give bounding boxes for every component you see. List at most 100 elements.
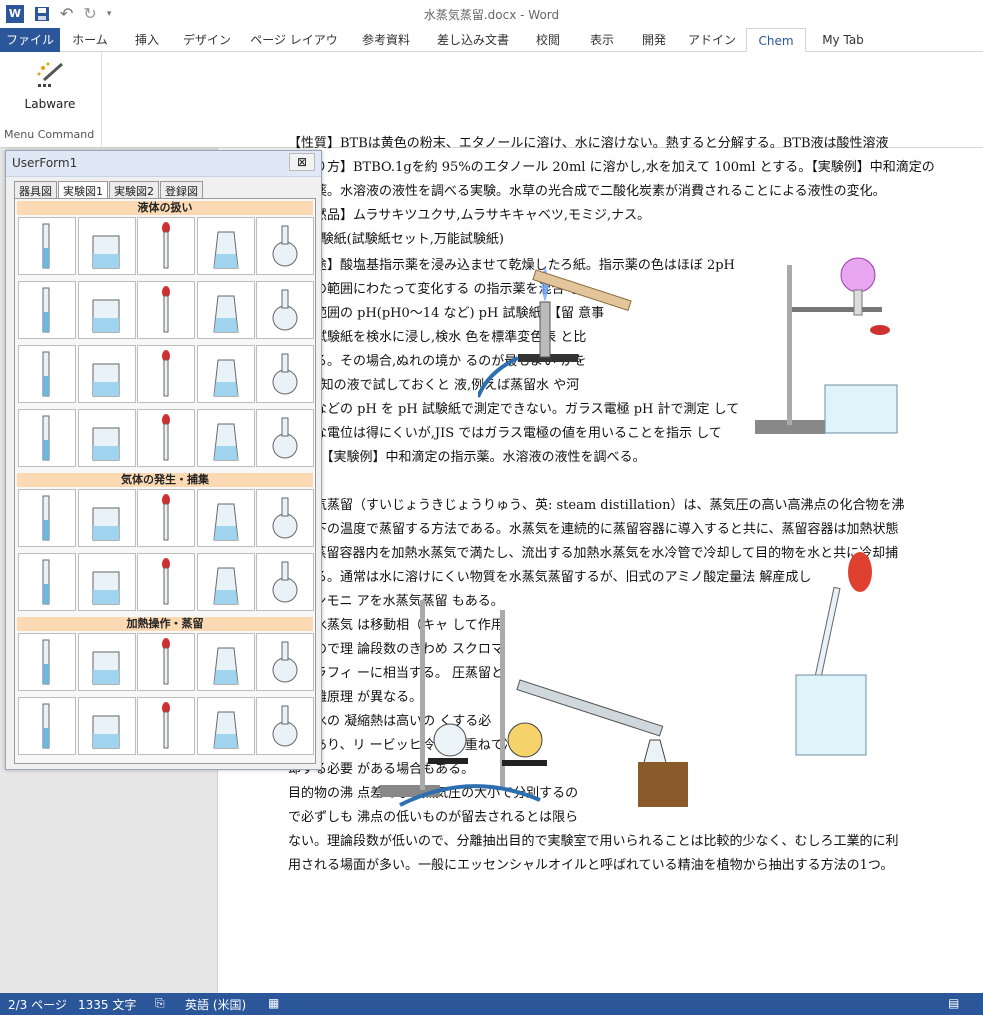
tab-mailings[interactable]: 差し込み文書 — [430, 28, 516, 52]
steam-distillation-apparatus-illustration[interactable] — [380, 590, 690, 815]
language-indicator[interactable]: 英語 (米国) — [185, 996, 246, 1013]
tab-insert[interactable]: 挿入 — [124, 28, 170, 52]
tab-references[interactable]: 参考資料 — [352, 28, 420, 52]
tab-view[interactable]: 表示 — [580, 28, 624, 52]
tab-experiment-2[interactable]: 実験図2 — [109, 181, 159, 199]
tab-page-layout[interactable]: ページ レイアウト — [246, 28, 342, 71]
experiment-thumbnail-image — [212, 567, 239, 605]
experiment-thumbnail-image — [212, 711, 239, 749]
doc-line: いる。【実験例】中和滴定の指示薬。水溶液の液性を調べる。 — [288, 450, 646, 465]
experiment-thumbnail-image — [92, 715, 119, 749]
experiment-thumbnail[interactable] — [137, 409, 195, 467]
experiment-thumbnail-image — [272, 561, 298, 603]
experiment-thumbnail-image — [92, 651, 119, 685]
doc-line: 【作り方】BTBO.1gを約 95%のエタノール 20ml に溶かし,水を加えて… — [288, 160, 935, 175]
experiment-thumbnail[interactable] — [18, 553, 76, 611]
experiment-thumbnail[interactable] — [137, 345, 195, 403]
experiment-thumbnail[interactable] — [137, 489, 195, 547]
experiment-thumbnail[interactable] — [137, 217, 195, 275]
experiment-thumbnail-image — [272, 353, 298, 395]
ribbon-tabs: ファイル ホーム 挿入 デザイン ページ レイアウト 参考資料 差し込み文書 校… — [0, 28, 983, 71]
tab-file[interactable]: ファイル — [0, 28, 60, 52]
experiment-thumbnail[interactable] — [196, 281, 255, 339]
tab-my-tab[interactable]: My Tab — [814, 28, 872, 52]
experiment-thumbnail-image — [92, 299, 119, 333]
experiment-thumbnail[interactable] — [18, 409, 76, 467]
tab-apparatus[interactable]: 器具図 — [14, 181, 57, 199]
experiment-thumbnail[interactable] — [77, 697, 136, 755]
experiment-thumbnail[interactable] — [196, 217, 255, 275]
tab-home[interactable]: ホーム — [66, 28, 114, 52]
experiment-thumbnail[interactable] — [77, 633, 136, 691]
experiment-thumbnail-image — [162, 702, 170, 749]
experiment-thumbnail-image — [162, 414, 170, 461]
experiment-thumbnail-image — [212, 503, 239, 541]
experiment-thumbnail[interactable] — [256, 409, 314, 467]
experiment-thumbnail[interactable] — [18, 281, 76, 339]
experiment-thumbnail[interactable] — [256, 281, 314, 339]
experiment-thumbnail[interactable] — [77, 217, 136, 275]
experiment-thumbnail-image — [162, 350, 170, 397]
experiment-thumbnail-image — [92, 235, 119, 269]
experiment-thumbnail[interactable] — [18, 217, 76, 275]
experiment-thumbnail[interactable] — [137, 553, 195, 611]
labware-button[interactable]: Labware — [20, 58, 80, 111]
experiment-thumbnail-image — [162, 558, 170, 605]
experiment-thumbnail[interactable] — [77, 281, 136, 339]
experiment-thumbnail[interactable] — [256, 489, 314, 547]
experiment-thumbnail[interactable] — [18, 633, 76, 691]
experiment-thumbnail[interactable] — [18, 697, 76, 755]
experiment-thumbnail[interactable] — [18, 345, 76, 403]
tab-experiment-1[interactable]: 実験図1 — [58, 181, 108, 199]
close-button[interactable]: ⊠ — [289, 153, 315, 171]
experiment-thumbnail[interactable] — [256, 697, 314, 755]
labware-label: Labware — [24, 97, 76, 111]
experiment-thumbnail[interactable] — [18, 489, 76, 547]
experiment-thumbnail[interactable] — [137, 697, 195, 755]
proofing-icon[interactable]: ⎘ — [155, 996, 165, 1011]
experiment-thumbnail[interactable] — [256, 633, 314, 691]
dropper-beaker-illustration[interactable] — [790, 550, 880, 760]
experiment-thumbnail-image — [272, 289, 298, 331]
experiment-thumbnail[interactable] — [77, 345, 136, 403]
experiment-thumbnail-image — [212, 295, 239, 333]
flask-stand-illustration[interactable] — [755, 255, 935, 435]
tab-addins[interactable]: アドイン — [686, 28, 738, 52]
experiment-thumbnail[interactable] — [196, 633, 255, 691]
macro-recording-icon[interactable]: ▦ — [268, 996, 279, 1010]
window-title: 水蒸気蒸留.docx - Word — [423, 8, 560, 22]
doc-line: ない。理論段数が低いので、分離抽出目的で実験室で用いられることは比較的少なく、む… — [288, 834, 899, 849]
experiment-thumbnail[interactable] — [256, 217, 314, 275]
experiment-thumbnail[interactable] — [196, 553, 255, 611]
experiment-thumbnail-image — [92, 507, 119, 541]
page-count[interactable]: 2/3 ページ — [8, 996, 67, 1013]
experiment-thumbnail[interactable] — [77, 553, 136, 611]
experiment-thumbnail[interactable] — [137, 633, 195, 691]
burner-heating-tube-illustration[interactable] — [478, 262, 648, 402]
userform-panel: 液体の扱い 気体の発生・捕集 加熱操作・蒸留 — [14, 198, 316, 764]
experiment-thumbnail[interactable] — [196, 697, 255, 755]
experiment-thumbnail[interactable] — [77, 489, 136, 547]
experiment-thumbnail[interactable] — [137, 281, 195, 339]
experiment-thumbnail[interactable] — [196, 489, 255, 547]
section-gas-generation: 気体の発生・捕集 — [17, 473, 313, 487]
experiment-thumbnail[interactable] — [196, 409, 255, 467]
userform-window[interactable]: UserForm1 ⊠ 器具図 実験図1 実験図2 登録図 液体の扱い 気体の発… — [5, 150, 322, 770]
word-count[interactable]: 1335 文字 — [78, 996, 136, 1013]
tab-design[interactable]: デザイン — [178, 28, 236, 52]
tab-review[interactable]: 校閲 — [526, 28, 570, 52]
tab-developer[interactable]: 開発 — [632, 28, 676, 52]
userform-title-bar[interactable]: UserForm1 ⊠ — [6, 151, 321, 177]
tab-registered[interactable]: 登録図 — [160, 181, 203, 199]
experiment-thumbnail-image — [42, 415, 50, 461]
experiment-thumbnail-image — [42, 223, 50, 269]
experiment-thumbnail[interactable] — [196, 345, 255, 403]
experiment-thumbnail-image — [162, 638, 170, 685]
experiment-thumbnail[interactable] — [77, 409, 136, 467]
experiment-thumbnail[interactable] — [256, 345, 314, 403]
experiment-thumbnail-image — [42, 351, 50, 397]
experiment-thumbnail-image — [272, 417, 298, 459]
experiment-thumbnail[interactable] — [256, 553, 314, 611]
tab-chem[interactable]: Chem — [746, 28, 806, 52]
read-mode-icon[interactable]: ▤ — [948, 996, 959, 1010]
